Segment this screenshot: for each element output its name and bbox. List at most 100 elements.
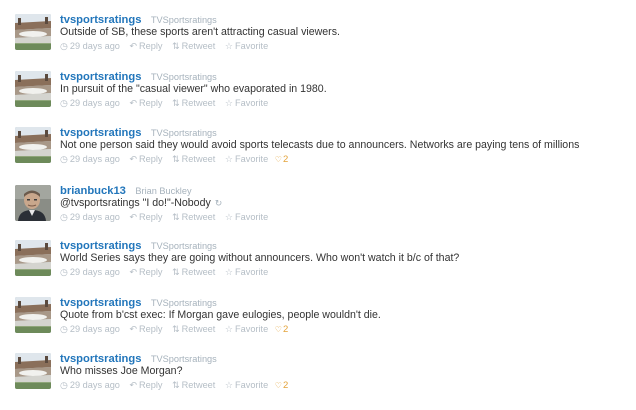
tweet-actions: ◷ 29 days ago ↶ Reply ⇅ Retweet ☆ Favorite: [60, 40, 632, 52]
tweet-text: Quote from b'cst exec: If Morgan gave eu…: [60, 309, 381, 321]
screen-name-link[interactable]: tvsportsratings: [60, 297, 141, 309]
star-icon: ☆: [224, 267, 233, 277]
tweet-header: tvsportsratings TVSportsratings: [60, 295, 632, 309]
reply-button[interactable]: ↶ Reply: [129, 379, 162, 391]
reply-label: Reply: [139, 380, 163, 390]
reply-button[interactable]: ↶ Reply: [129, 323, 162, 335]
timestamp[interactable]: ◷ 29 days ago: [60, 40, 120, 52]
clock-icon: ◷: [60, 380, 68, 390]
avatar[interactable]: [15, 353, 51, 389]
star-icon: ☆: [224, 324, 233, 334]
screen-name-link[interactable]: brianbuck13: [60, 185, 126, 197]
timestamp-label: 29 days ago: [69, 154, 120, 164]
favorite-button[interactable]: ☆ Favorite: [225, 211, 268, 223]
screen-name-link[interactable]: tvsportsratings: [60, 240, 141, 252]
avatar[interactable]: [15, 240, 51, 276]
timestamp[interactable]: ◷ 29 days ago: [60, 379, 120, 391]
tweet-header: brianbuck13 Brian Buckley: [60, 183, 632, 197]
retweet-icon: ⇅: [172, 98, 180, 108]
reply-arrow-icon: ↶: [129, 41, 138, 51]
tweet-content: tvsportsratings TVSportsratings Outside …: [60, 12, 632, 52]
reply-arrow-icon: ↶: [129, 98, 138, 108]
retweet-button[interactable]: ⇅ Retweet: [172, 379, 215, 391]
favorite-label: Favorite: [235, 98, 269, 108]
favorite-button[interactable]: ☆ Favorite: [225, 323, 268, 335]
tweet-content: tvsportsratings TVSportsratings Who miss…: [60, 351, 632, 392]
favorite-count[interactable]: ♡2: [275, 380, 288, 392]
retweet-button[interactable]: ⇅ Retweet: [172, 40, 215, 52]
timestamp[interactable]: ◷ 29 days ago: [60, 97, 120, 109]
favorite-count-value: 2: [282, 324, 289, 335]
tweet-text: Outside of SB, these sports aren't attra…: [60, 26, 340, 38]
retweet-button[interactable]: ⇅ Retweet: [172, 323, 215, 335]
favorite-button[interactable]: ☆ Favorite: [225, 266, 268, 278]
retweet-label: Retweet: [181, 212, 216, 222]
avatar[interactable]: [15, 185, 51, 221]
favorite-count[interactable]: ♡2: [275, 324, 288, 336]
screen-name-link[interactable]: tvsportsratings: [60, 71, 141, 83]
favorite-label: Favorite: [235, 154, 269, 164]
tweet-content: tvsportsratings TVSportsratings In pursu…: [60, 69, 632, 109]
retweet-label: Retweet: [181, 98, 216, 108]
tweet-content: tvsportsratings TVSportsratings World Se…: [60, 238, 632, 278]
tweet-item: brianbuck13 Brian Buckley @tvsportsratin…: [0, 183, 636, 235]
full-name: TVSportsratings: [150, 241, 217, 251]
favorite-label: Favorite: [235, 380, 269, 390]
timestamp[interactable]: ◷ 29 days ago: [60, 211, 120, 223]
favorite-button[interactable]: ☆ Favorite: [225, 97, 268, 109]
retweet-button[interactable]: ⇅ Retweet: [172, 97, 215, 109]
tweet-actions: ◷ 29 days ago ↶ Reply ⇅ Retweet ☆ Favorite ♡…: [60, 379, 632, 392]
clock-icon: ◷: [60, 41, 68, 51]
reply-button[interactable]: ↶ Reply: [129, 40, 162, 52]
screen-name-link[interactable]: tvsportsratings: [60, 353, 141, 365]
timestamp-label: 29 days ago: [69, 212, 120, 222]
favorite-button[interactable]: ☆ Favorite: [225, 153, 268, 165]
tweet-item: tvsportsratings TVSportsratings In pursu…: [0, 69, 636, 121]
retweet-label: Retweet: [181, 154, 216, 164]
tweet-content: tvsportsratings TVSportsratings Quote fr…: [60, 295, 632, 336]
retweet-button[interactable]: ⇅ Retweet: [172, 266, 215, 278]
retweet-icon: ⇅: [172, 324, 180, 334]
reply-label: Reply: [139, 267, 163, 277]
screen-name-link[interactable]: tvsportsratings: [60, 127, 141, 139]
tweet-header: tvsportsratings TVSportsratings: [60, 351, 632, 365]
avatar[interactable]: [15, 297, 51, 333]
reply-button[interactable]: ↶ Reply: [129, 266, 162, 278]
timestamp[interactable]: ◷ 29 days ago: [60, 153, 120, 165]
favorite-count-value: 2: [282, 154, 289, 165]
retweet-button[interactable]: ⇅ Retweet: [172, 211, 215, 223]
retweet-icon: ⇅: [172, 41, 180, 51]
tweet-text: @tvsportsratings "I do!"-Nobody ↻: [60, 197, 632, 210]
avatar[interactable]: [15, 127, 51, 163]
retweet-button[interactable]: ⇅ Retweet: [172, 153, 215, 165]
timestamp-label: 29 days ago: [69, 380, 120, 390]
star-icon: ☆: [224, 154, 233, 164]
reply-button[interactable]: ↶ Reply: [129, 211, 162, 223]
favorited-star-icon: ♡: [274, 155, 282, 164]
reply-button[interactable]: ↶ Reply: [129, 97, 162, 109]
screen-name-link[interactable]: tvsportsratings: [60, 14, 141, 26]
tweet-header: tvsportsratings TVSportsratings: [60, 12, 632, 26]
tweet-header: tvsportsratings TVSportsratings: [60, 125, 632, 139]
timestamp[interactable]: ◷ 29 days ago: [60, 323, 120, 335]
avatar[interactable]: [15, 14, 51, 50]
reply-button[interactable]: ↶ Reply: [129, 153, 162, 165]
conversation-icon[interactable]: ↻: [215, 197, 223, 210]
favorite-count[interactable]: ♡2: [275, 154, 288, 166]
reply-arrow-icon: ↶: [129, 267, 138, 277]
retweet-icon: ⇅: [172, 380, 180, 390]
tweet-actions: ◷ 29 days ago ↶ Reply ⇅ Retweet ☆ Favorite: [60, 266, 632, 278]
reply-label: Reply: [139, 324, 163, 334]
timestamp[interactable]: ◷ 29 days ago: [60, 266, 120, 278]
favorite-button[interactable]: ☆ Favorite: [225, 379, 268, 391]
full-name: TVSportsratings: [150, 15, 217, 25]
avatar[interactable]: [15, 71, 51, 107]
reply-label: Reply: [139, 212, 163, 222]
timestamp-label: 29 days ago: [69, 267, 120, 277]
reply-arrow-icon: ↶: [129, 324, 138, 334]
favorited-star-icon: ♡: [274, 381, 282, 390]
tweet-actions: ◷ 29 days ago ↶ Reply ⇅ Retweet ☆ Favorite ♡…: [60, 153, 632, 166]
timestamp-label: 29 days ago: [69, 41, 120, 51]
tweet-header: tvsportsratings TVSportsratings: [60, 238, 632, 252]
favorite-button[interactable]: ☆ Favorite: [225, 40, 268, 52]
